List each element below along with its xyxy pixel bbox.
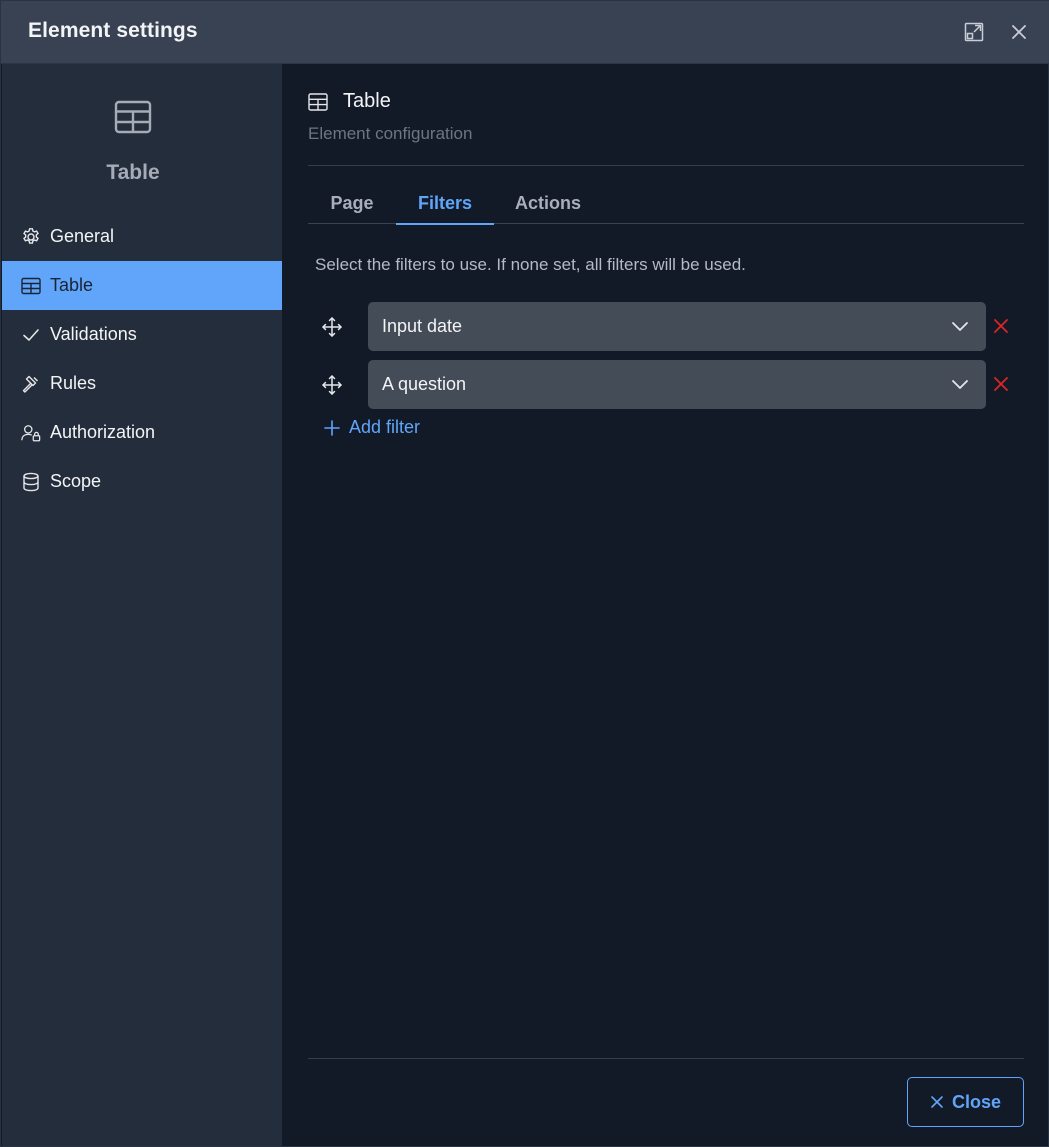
sidebar-item-table[interactable]: Table	[2, 261, 282, 310]
sidebar-item-rules[interactable]: Rules	[2, 359, 282, 408]
remove-filter-icon[interactable]	[991, 374, 1011, 394]
filter-select-value: A question	[382, 374, 467, 394]
sidebar-item-label: Rules	[50, 373, 97, 393]
filters-helper-text: Select the filters to use. If none set, …	[315, 255, 746, 274]
tab-bar: Page Filters Actions	[308, 185, 1024, 225]
table-icon	[21, 277, 41, 294]
close-button-label: Close	[951, 1091, 1002, 1112]
element-settings-dialog: Element settings Table General Table Val…	[0, 0, 1049, 1147]
add-filter-label: Add filter	[349, 417, 421, 437]
sidebar-item-scope[interactable]: Scope	[2, 457, 282, 506]
close-icon	[931, 1096, 943, 1108]
drag-handle-icon[interactable]	[321, 374, 343, 396]
close-button[interactable]: Close	[907, 1077, 1024, 1127]
sidebar-nav: General Table Validations Rules Authoriz…	[2, 212, 282, 506]
chevron-down-icon	[952, 380, 968, 389]
remove-filter-icon[interactable]	[991, 316, 1011, 336]
filter-row: A question	[308, 360, 1024, 409]
sidebar: Table General Table Validations Rules Au…	[2, 64, 282, 1146]
sidebar-item-label: Validations	[50, 324, 137, 344]
divider	[308, 1058, 1024, 1059]
filter-select[interactable]: A question	[368, 360, 986, 409]
gavel-icon	[22, 375, 38, 393]
page-subtitle: Element configuration	[308, 124, 473, 143]
close-icon	[1012, 25, 1026, 39]
filter-row: Input date	[308, 302, 1024, 351]
table-icon	[114, 100, 152, 134]
expand-button[interactable]	[961, 19, 987, 45]
drag-handle-icon[interactable]	[321, 316, 343, 338]
sidebar-item-label: Authorization	[50, 422, 156, 442]
tab-page[interactable]: Page	[308, 185, 396, 224]
dialog-title: Element settings	[28, 19, 198, 42]
sidebar-hero-title: Table	[106, 161, 160, 184]
user-lock-icon	[21, 424, 41, 441]
table-icon	[308, 93, 328, 111]
page-title: Table	[343, 90, 391, 112]
database-icon	[23, 472, 39, 491]
dialog-close-button[interactable]	[1006, 19, 1032, 45]
sidebar-item-validations[interactable]: Validations	[2, 310, 282, 359]
filter-select-value: Input date	[382, 316, 463, 336]
sidebar-item-label: General	[50, 226, 115, 246]
tab-actions[interactable]: Actions	[494, 185, 602, 224]
main-panel: Table Element configuration Page Filters…	[282, 64, 1049, 1146]
divider	[308, 165, 1024, 166]
filter-select[interactable]: Input date	[368, 302, 986, 351]
tab-filters[interactable]: Filters	[396, 185, 494, 225]
sidebar-item-label: Scope	[50, 471, 102, 491]
sidebar-item-general[interactable]: General	[2, 212, 282, 261]
sidebar-item-authorization[interactable]: Authorization	[2, 408, 282, 457]
add-filter-button[interactable]: Add filter	[323, 417, 420, 438]
gear-icon	[23, 227, 39, 244]
expand-icon	[964, 22, 984, 42]
check-icon	[23, 328, 39, 341]
sidebar-item-label: Table	[50, 275, 94, 295]
plus-icon	[324, 419, 340, 436]
chevron-down-icon	[952, 322, 968, 331]
dialog-header: Element settings	[1, 1, 1049, 64]
